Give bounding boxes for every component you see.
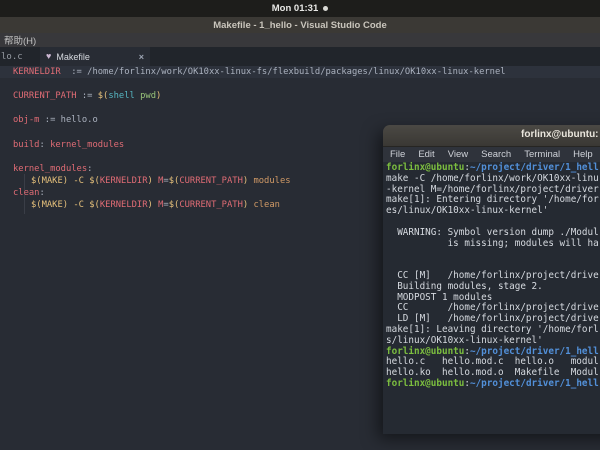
text-line: is missing; modules will ha: [386, 239, 600, 250]
tab-close-icon[interactable]: ×: [139, 52, 144, 62]
terminal-title: forlinx@ubuntu:: [521, 129, 599, 140]
tab-makefile-label: Makefile: [56, 52, 138, 62]
vscode-tabbar: lo.c ♥ Makefile ×: [0, 47, 600, 66]
terminal-menu-file[interactable]: File: [390, 149, 405, 160]
vscode-menubar: 帮助(H): [0, 33, 600, 47]
vscode-window-title: Makefile - 1_hello - Visual Studio Code: [213, 20, 387, 31]
terminal-menu-terminal[interactable]: Terminal: [524, 149, 560, 160]
vscode-titlebar: Makefile - 1_hello - Visual Studio Code: [0, 17, 600, 33]
screen: Mon 01:31 Makefile - 1_hello - Visual St…: [0, 0, 600, 450]
terminal-menu-view[interactable]: View: [448, 149, 468, 160]
status-indicator-icon[interactable]: [323, 6, 328, 11]
terminal-output[interactable]: forlinx@ubuntu:~/project/driver/1_hellma…: [383, 162, 600, 390]
text-line: [13, 102, 506, 114]
text-line: [386, 249, 600, 260]
text-line: [13, 78, 506, 90]
terminal-menu-help[interactable]: Help: [573, 149, 593, 160]
terminal-menu-edit[interactable]: Edit: [418, 149, 434, 160]
ubuntu-top-panel: Mon 01:31: [0, 0, 600, 17]
text-line: KERNELDIR := /home/forlinx/work/OK10xx-l…: [13, 66, 506, 78]
text-line: es/linux/OK10xx-linux-kernel': [386, 206, 600, 217]
tab-makefile[interactable]: ♥ Makefile ×: [40, 47, 150, 66]
menu-item-help[interactable]: 帮助(H): [0, 33, 40, 47]
terminal-titlebar[interactable]: forlinx@ubuntu:: [383, 125, 600, 147]
terminal-body[interactable]: forlinx@ubuntu:~/project/driver/1_hellma…: [383, 162, 600, 434]
makefile-file-icon: ♥: [46, 52, 51, 61]
terminal-window[interactable]: forlinx@ubuntu: File Edit View Search Termin…: [383, 125, 600, 433]
terminal-menu-search[interactable]: Search: [481, 149, 511, 160]
text-line: CURRENT_PATH := $(shell pwd): [13, 90, 506, 102]
text-line: forlinx@ubuntu:~/project/driver/1_hell: [386, 379, 600, 390]
clock[interactable]: Mon 01:31: [272, 3, 318, 14]
terminal-menubar: File Edit View Search Terminal Help: [383, 147, 600, 162]
tab-hello-c-label: lo.c: [1, 52, 23, 62]
tab-hello-c-partial[interactable]: lo.c: [0, 47, 23, 66]
